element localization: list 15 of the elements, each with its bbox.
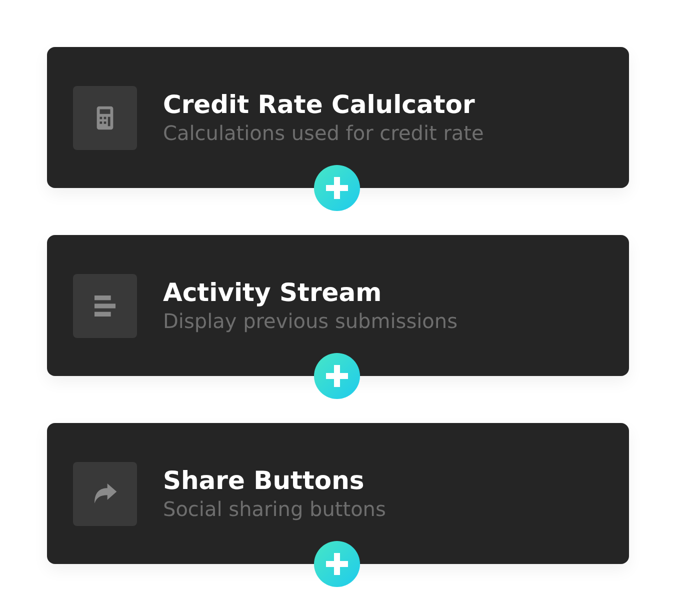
add-button[interactable] <box>314 165 360 211</box>
add-button[interactable] <box>314 353 360 399</box>
card-subtitle: Display previous submissions <box>163 309 458 333</box>
card-title: Credit Rate Calulcator <box>163 90 476 119</box>
plus-icon <box>326 177 348 199</box>
card-subtitle: Social sharing buttons <box>163 497 386 521</box>
plus-icon <box>326 365 348 387</box>
share-arrow-icon <box>94 483 117 503</box>
lines-icon <box>94 295 116 316</box>
card-subtitle: Calculations used for credit rate <box>163 121 484 145</box>
calculator-icon <box>96 106 114 130</box>
add-button[interactable] <box>314 541 360 587</box>
card-title: Activity Stream <box>163 278 383 307</box>
card-title: Share Buttons <box>163 466 366 495</box>
plus-icon <box>326 553 348 575</box>
